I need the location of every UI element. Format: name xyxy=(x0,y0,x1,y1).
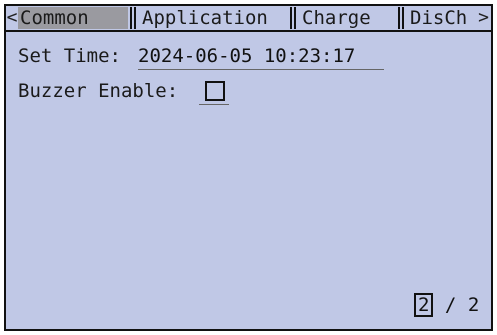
set-time-field[interactable]: 2024-06-05 10:23:17 xyxy=(138,44,384,70)
tab-divider xyxy=(398,7,404,29)
tab-application[interactable]: Application xyxy=(142,7,284,29)
tab-bar: < Common Application Charge DisCh > xyxy=(6,6,491,32)
tab-divider xyxy=(130,7,136,29)
page-separator: / xyxy=(444,294,457,316)
tab-discharge[interactable]: DisCh xyxy=(410,7,472,29)
total-pages: 2 xyxy=(467,294,480,316)
tab-common[interactable]: Common xyxy=(18,7,128,29)
buzzer-enable-checkbox[interactable] xyxy=(205,81,225,101)
current-page: 2 xyxy=(414,293,434,317)
set-time-label: Set Time: xyxy=(18,45,121,67)
tab-divider xyxy=(290,7,296,29)
page-indicator: 2 / 2 xyxy=(414,293,479,317)
settings-screen: < Common Application Charge DisCh > Set … xyxy=(4,4,493,331)
buzzer-enable-label: Buzzer Enable: xyxy=(18,80,179,102)
buzzer-enable-field[interactable] xyxy=(199,78,229,105)
chevron-left-icon[interactable]: < xyxy=(6,6,18,30)
tab-charge[interactable]: Charge xyxy=(302,7,394,29)
chevron-right-icon[interactable]: > xyxy=(476,6,491,30)
